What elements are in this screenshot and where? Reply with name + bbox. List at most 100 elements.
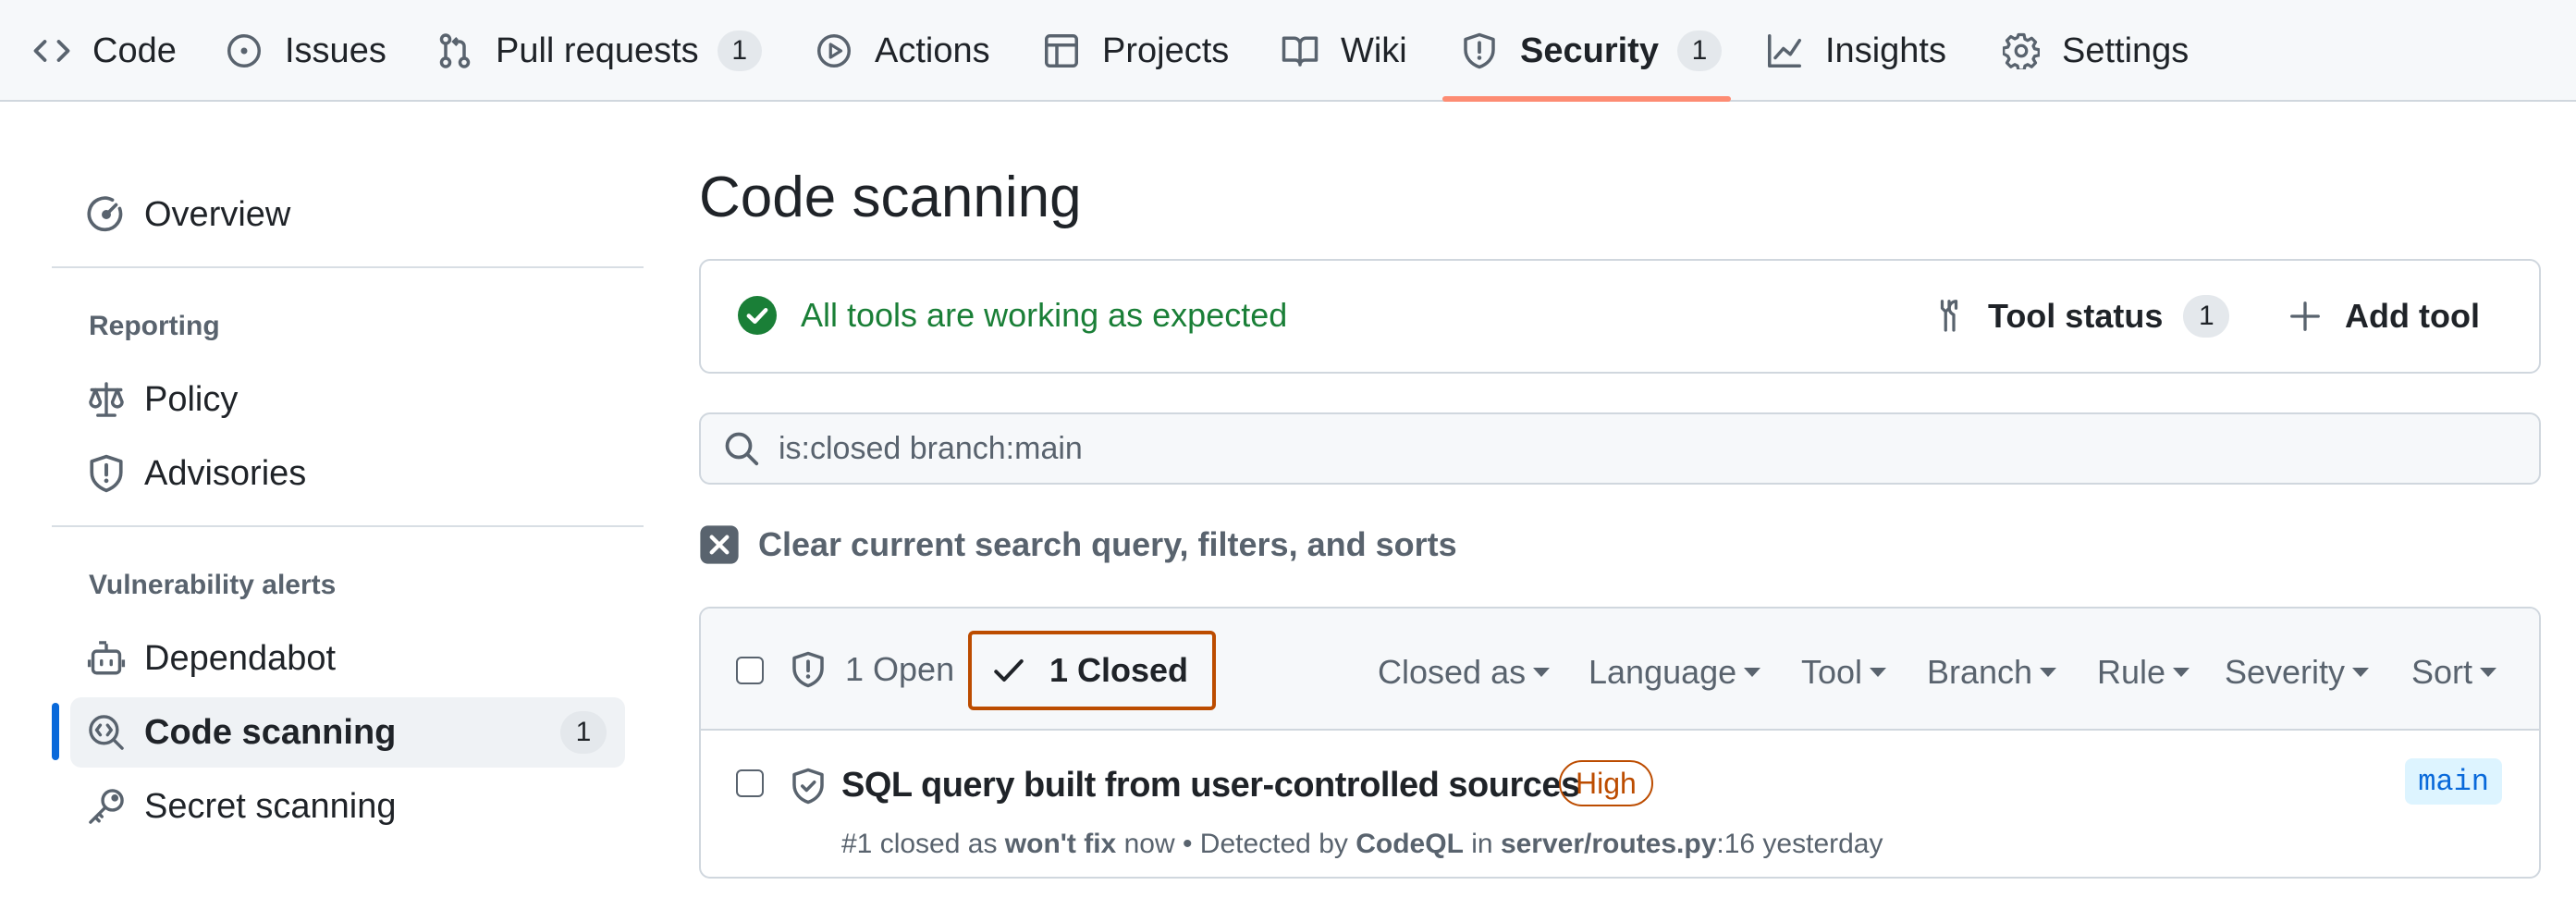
book-icon (1282, 36, 1319, 67)
search-box[interactable] (699, 412, 2541, 485)
repo-nav: Code Issues Pull requests 1 Actions Proj… (0, 0, 2576, 102)
alerts-list: 1 Open 1 Closed Closed as Language Tool … (699, 607, 2541, 879)
tab-label: Pull requests (496, 31, 699, 70)
issue-icon (227, 34, 261, 68)
open-filter[interactable]: 1 Open (790, 649, 954, 690)
caret-down-icon (1870, 668, 1887, 677)
sidebar-heading-vulnerability-alerts: Vulnerability alerts (89, 570, 337, 600)
meta-prefix: #1 closed as (841, 829, 1005, 859)
meta-in: in (1463, 829, 1501, 859)
sidebar-item-code-scanning[interactable]: Code scanning 1 (70, 697, 625, 768)
sidebar-item-advisories[interactable]: Advisories (70, 438, 625, 509)
tool-status-count: 1 (2183, 295, 2230, 338)
sidebar-item-label: Policy (144, 379, 239, 419)
filter-label: Sort (2411, 653, 2473, 691)
plus-icon (2290, 301, 2320, 331)
severity-dropdown[interactable]: Severity (2225, 653, 2370, 692)
x-square-icon (700, 525, 739, 564)
tab-label: Code (92, 31, 177, 70)
filter-label: Severity (2225, 653, 2346, 691)
tab-projects[interactable]: Projects (1043, 0, 1229, 102)
tab-actions[interactable]: Actions (816, 0, 990, 102)
tab-pull-requests[interactable]: Pull requests 1 (436, 0, 762, 102)
tab-code[interactable]: Code (33, 0, 177, 102)
meta-tool: CodeQL (1355, 829, 1464, 859)
page-title: Code scanning (699, 166, 1082, 229)
alert-title-link[interactable]: SQL query built from user-controlled sou… (841, 766, 1580, 805)
caret-down-icon (1533, 668, 1551, 677)
select-all-checkbox[interactable] (736, 657, 764, 684)
rule-dropdown[interactable]: Rule (2097, 653, 2190, 692)
meta-file-link[interactable]: server/routes.py (1501, 829, 1716, 859)
tool-status-banner: All tools are working as expected Tool s… (699, 259, 2541, 374)
code-icon (33, 40, 70, 62)
meta-reason: won't fix (1004, 829, 1117, 859)
filter-label: Rule (2097, 653, 2166, 691)
tools-icon (1940, 300, 1958, 332)
alert-row[interactable]: SQL query built from user-controlled sou… (701, 732, 2539, 877)
codescan-icon (89, 715, 124, 750)
sidebar-item-label: Secret scanning (144, 786, 397, 826)
meter-icon (87, 196, 123, 232)
sidebar-divider (52, 266, 644, 268)
tab-issues[interactable]: Issues (226, 0, 386, 102)
status-message: All tools are working as expected (801, 296, 1288, 334)
security-count: 1 (1676, 31, 1722, 71)
tab-label: Security (1520, 31, 1659, 70)
shield-icon (1464, 32, 1495, 69)
sidebar-item-policy[interactable]: Policy (70, 364, 625, 435)
alert-row-checkbox[interactable] (736, 769, 764, 797)
sidebar-item-overview[interactable]: Overview (70, 179, 625, 250)
key-icon (89, 789, 124, 824)
sidebar-item-label: Advisories (144, 453, 307, 493)
tab-label: Settings (2062, 31, 2190, 70)
tab-settings[interactable]: Settings (2003, 0, 2189, 102)
caret-down-icon (2480, 668, 2497, 677)
sidebar-item-dependabot[interactable]: Dependabot (70, 623, 625, 694)
alerts-list-header: 1 Open 1 Closed Closed as Language Tool … (701, 609, 2539, 731)
caret-down-icon (2173, 668, 2190, 677)
shield-check-icon (792, 768, 824, 805)
play-icon (817, 34, 851, 68)
table-icon (1045, 34, 1078, 68)
sidebar-selected-indicator (52, 703, 59, 760)
tool-status-label: Tool status (1988, 297, 2164, 335)
sidebar-heading-reporting: Reporting (89, 311, 220, 341)
closed-as-dropdown[interactable]: Closed as (1378, 653, 1551, 692)
search-input[interactable] (779, 430, 2443, 467)
tab-security[interactable]: Security 1 (1461, 0, 1722, 102)
pull-request-icon (439, 33, 471, 68)
branch-label[interactable]: main (2405, 758, 2502, 805)
closed-filter-label: 1 Closed (1049, 651, 1189, 689)
tab-wiki[interactable]: Wiki (1282, 0, 1407, 102)
code-scanning-count: 1 (560, 711, 607, 754)
filter-label: Closed as (1378, 653, 1527, 691)
tab-insights[interactable]: Insights (1766, 0, 1946, 102)
sort-dropdown[interactable]: Sort (2411, 653, 2497, 692)
clear-search-query[interactable]: Clear current search query, filters, and… (699, 523, 1457, 566)
tool-status-button[interactable]: Tool status 1 (1931, 289, 2230, 344)
shield-alert-icon (90, 454, 123, 493)
clear-query-label: Clear current search query, filters, and… (758, 525, 1457, 563)
meta-when: now • Detected by (1116, 829, 1356, 859)
branch-dropdown[interactable]: Branch (1927, 653, 2057, 692)
check-circle-icon (738, 296, 777, 335)
add-tool-button[interactable]: Add tool (2288, 289, 2480, 344)
add-tool-label: Add tool (2345, 297, 2480, 335)
sidebar-item-secret-scanning[interactable]: Secret scanning (70, 771, 625, 842)
filter-label: Language (1589, 653, 1737, 691)
sidebar-divider (52, 525, 644, 527)
closed-filter[interactable]: 1 Closed (968, 631, 1216, 710)
caret-down-icon (1744, 668, 1761, 677)
open-filter-label: 1 Open (845, 650, 955, 688)
pull-request-count: 1 (717, 31, 762, 71)
language-dropdown[interactable]: Language (1589, 653, 1761, 692)
tool-dropdown[interactable]: Tool (1801, 653, 1887, 692)
meta-line: :16 yesterday (1716, 829, 1883, 859)
sidebar-item-label: Dependabot (144, 638, 337, 678)
check-icon (994, 659, 1024, 682)
selected-tab-underline (1442, 96, 1731, 102)
severity-badge: High (1559, 760, 1653, 806)
tab-label: Issues (285, 31, 386, 70)
filter-label: Tool (1801, 653, 1863, 691)
